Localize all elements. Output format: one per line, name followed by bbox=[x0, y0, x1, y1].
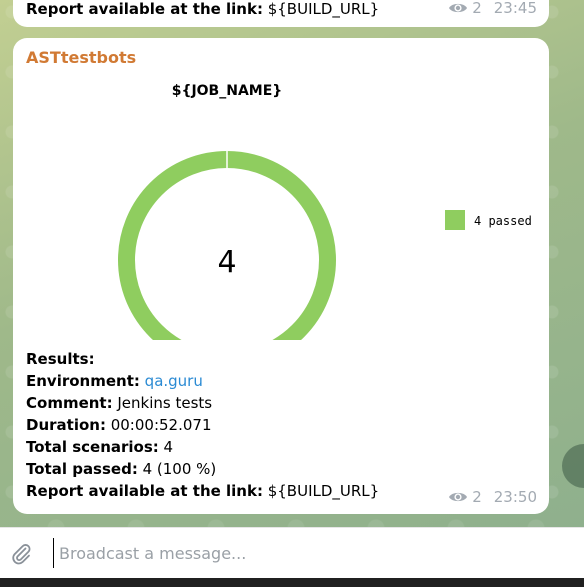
allure-chart: ${JOB_NAME} 4 4 passed bbox=[118, 83, 532, 340]
previous-message-report-line: Report available at the link: ${BUILD_UR… bbox=[26, 0, 379, 20]
comment-line: Comment: Jenkins tests bbox=[26, 392, 379, 414]
message-composer bbox=[0, 527, 584, 579]
passed-line: Total passed: 4 (100 %) bbox=[26, 458, 379, 480]
previous-message-meta: 2 23:45 bbox=[448, 0, 537, 17]
previous-report-value: ${BUILD_URL} bbox=[262, 0, 380, 18]
environment-link[interactable]: qa.guru bbox=[145, 372, 203, 390]
message-time: 23:50 bbox=[493, 488, 537, 506]
results-block: Results: Environment: qa.guru Comment: J… bbox=[26, 348, 379, 502]
previous-message-bubble[interactable]: Report available at the link: ${BUILD_UR… bbox=[13, 0, 549, 27]
legend-swatch bbox=[445, 210, 465, 230]
scenarios-value: 4 bbox=[158, 438, 174, 456]
message-bubble[interactable]: ASTtestbots ${JOB_NAME} 4 4 passed Resul… bbox=[13, 38, 549, 514]
report-value: ${BUILD_URL} bbox=[262, 482, 380, 500]
eye-icon bbox=[449, 3, 468, 13]
legend-label: 4 passed bbox=[474, 214, 532, 228]
previous-views-count: 2 bbox=[472, 0, 482, 17]
duration-label: Duration: bbox=[26, 416, 106, 434]
paperclip-icon[interactable] bbox=[9, 542, 33, 566]
scroll-to-bottom-button[interactable] bbox=[562, 444, 584, 488]
previous-message-time: 23:45 bbox=[493, 0, 537, 17]
environment-label: Environment: bbox=[26, 372, 140, 390]
message-meta: 2 23:50 bbox=[448, 488, 537, 506]
comment-label: Comment: bbox=[26, 394, 113, 412]
comment-value: Jenkins tests bbox=[112, 394, 213, 412]
chat-background: Report available at the link: ${BUILD_UR… bbox=[0, 0, 584, 527]
scenarios-line: Total scenarios: 4 bbox=[26, 436, 379, 458]
chart-title: ${JOB_NAME} bbox=[172, 83, 283, 99]
passed-label: Total passed: bbox=[26, 460, 138, 478]
duration-line: Duration: 00:00:52.071 bbox=[26, 414, 379, 436]
report-line: Report available at the link: ${BUILD_UR… bbox=[26, 480, 379, 502]
bottom-bar bbox=[0, 578, 584, 587]
eye-icon bbox=[449, 492, 468, 502]
scenarios-label: Total scenarios: bbox=[26, 438, 159, 456]
passed-value: 4 (100 %) bbox=[137, 460, 217, 478]
results-heading: Results: bbox=[26, 350, 95, 368]
duration-value: 00:00:52.071 bbox=[105, 416, 212, 434]
report-label: Report available at the link: bbox=[26, 482, 263, 500]
environment-line: Environment: qa.guru bbox=[26, 370, 379, 392]
previous-report-label: Report available at the link: bbox=[26, 0, 263, 18]
sender-name[interactable]: ASTtestbots bbox=[26, 48, 136, 67]
message-input[interactable] bbox=[53, 538, 573, 568]
chart-center-label: 4 bbox=[217, 245, 236, 280]
views-count: 2 bbox=[472, 488, 482, 506]
